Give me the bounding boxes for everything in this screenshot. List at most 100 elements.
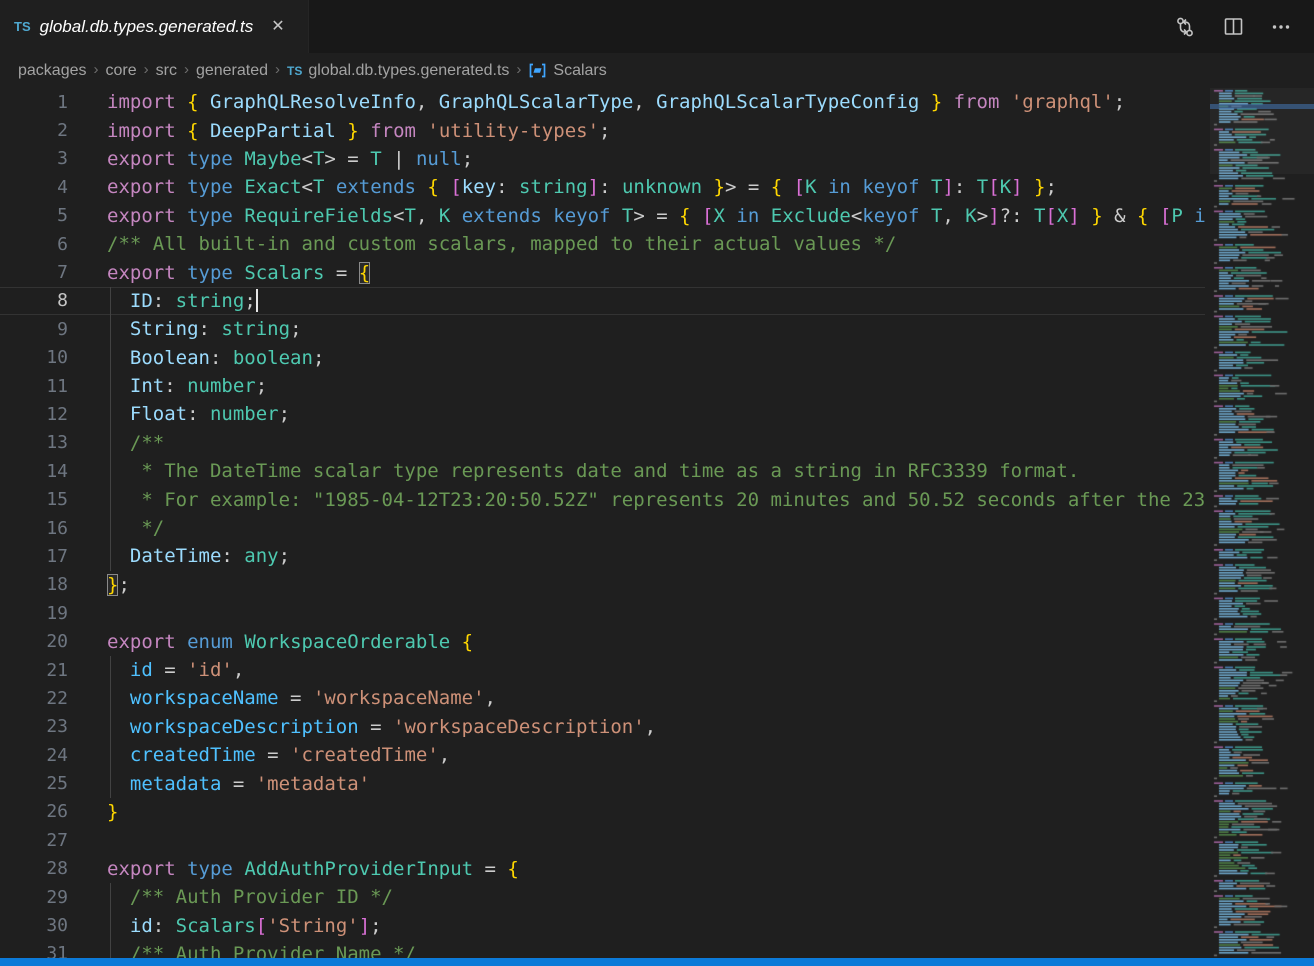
code-line[interactable]: 7export type Scalars = { bbox=[0, 258, 1205, 286]
code-line[interactable]: 20export enum WorkspaceOrderable { bbox=[0, 627, 1205, 655]
code-line-text[interactable]: export type Scalars = { bbox=[68, 258, 1205, 286]
code-line-text[interactable]: export type Exact<T extends { [key: stri… bbox=[68, 173, 1205, 201]
line-number[interactable]: 31 bbox=[0, 943, 68, 958]
code-line[interactable]: 18}; bbox=[0, 571, 1205, 599]
line-number[interactable]: 25 bbox=[0, 773, 68, 794]
line-number[interactable]: 27 bbox=[0, 830, 68, 851]
code-line-text[interactable]: createdTime = 'createdTime', bbox=[68, 741, 1205, 769]
code-line[interactable]: 15 * For example: "1985-04-12T23:20:50.5… bbox=[0, 485, 1205, 513]
code-line-text[interactable]: Int: number; bbox=[68, 372, 1205, 400]
code-line[interactable]: 11 Int: number; bbox=[0, 372, 1205, 400]
minimap-slider[interactable] bbox=[1210, 88, 1314, 174]
code-line[interactable]: 8 ID: string; bbox=[0, 287, 1205, 315]
line-number[interactable]: 3 bbox=[0, 148, 68, 169]
code-area[interactable]: 1import { GraphQLResolveInfo, GraphQLSca… bbox=[0, 88, 1205, 958]
code-line[interactable]: 26} bbox=[0, 798, 1205, 826]
line-number[interactable]: 20 bbox=[0, 631, 68, 652]
code-line-text[interactable]: id: Scalars['String']; bbox=[68, 911, 1205, 939]
code-line[interactable]: 3export type Maybe<T> = T | null; bbox=[0, 145, 1205, 173]
more-actions-icon[interactable] bbox=[1270, 16, 1292, 38]
code-line-text[interactable]: import { GraphQLResolveInfo, GraphQLScal… bbox=[68, 88, 1205, 116]
code-line[interactable]: 14 * The DateTime scalar type represents… bbox=[0, 457, 1205, 485]
code-line[interactable]: 29 /** Auth Provider ID */ bbox=[0, 883, 1205, 911]
code-line-text[interactable] bbox=[68, 599, 1205, 627]
split-editor-icon[interactable] bbox=[1222, 16, 1244, 38]
code-line[interactable]: 23 workspaceDescription = 'workspaceDesc… bbox=[0, 713, 1205, 741]
breadcrumb-packages[interactable]: packages bbox=[18, 62, 87, 80]
open-changes-icon[interactable] bbox=[1174, 16, 1196, 38]
code-line-text[interactable]: export type Maybe<T> = T | null; bbox=[68, 145, 1205, 173]
breadcrumb-generated[interactable]: generated bbox=[196, 62, 268, 80]
code-line-text[interactable] bbox=[68, 826, 1205, 854]
line-number[interactable]: 26 bbox=[0, 801, 68, 822]
code-line[interactable]: 9 String: string; bbox=[0, 315, 1205, 343]
code-line-text[interactable]: id = 'id', bbox=[68, 656, 1205, 684]
code-line[interactable]: 17 DateTime: any; bbox=[0, 542, 1205, 570]
line-number[interactable]: 7 bbox=[0, 262, 68, 283]
code-line[interactable]: 21 id = 'id', bbox=[0, 656, 1205, 684]
code-line-text[interactable]: import { DeepPartial } from 'utility-typ… bbox=[68, 116, 1205, 144]
code-line[interactable]: 6/** All built-in and custom scalars, ma… bbox=[0, 230, 1205, 258]
status-bar[interactable] bbox=[0, 958, 1314, 966]
line-number[interactable]: 18 bbox=[0, 574, 68, 595]
line-number[interactable]: 28 bbox=[0, 858, 68, 879]
line-number[interactable]: 21 bbox=[0, 660, 68, 681]
code-line-text[interactable]: Float: number; bbox=[68, 400, 1205, 428]
line-number[interactable]: 14 bbox=[0, 461, 68, 482]
breadcrumb-src[interactable]: src bbox=[156, 62, 177, 80]
line-number[interactable]: 19 bbox=[0, 603, 68, 624]
code-line-text[interactable]: workspaceName = 'workspaceName', bbox=[68, 684, 1205, 712]
code-line-text[interactable]: /** Auth Provider Name */ bbox=[68, 940, 1205, 958]
code-line-text[interactable]: DateTime: any; bbox=[68, 542, 1205, 570]
minimap[interactable] bbox=[1210, 88, 1314, 958]
code-line[interactable]: 31 /** Auth Provider Name */ bbox=[0, 940, 1205, 958]
line-number[interactable]: 17 bbox=[0, 546, 68, 567]
code-line[interactable]: 4export type Exact<T extends { [key: str… bbox=[0, 173, 1205, 201]
line-number[interactable]: 1 bbox=[0, 92, 68, 113]
breadcrumb-core[interactable]: core bbox=[106, 62, 137, 80]
line-number[interactable]: 8 bbox=[0, 290, 68, 311]
code-line[interactable]: 30 id: Scalars['String']; bbox=[0, 911, 1205, 939]
code-line[interactable]: 22 workspaceName = 'workspaceName', bbox=[0, 684, 1205, 712]
code-line-text[interactable]: /** Auth Provider ID */ bbox=[68, 883, 1205, 911]
tab-global-db-types[interactable]: TS global.db.types.generated.ts ✕ bbox=[0, 0, 309, 53]
line-number[interactable]: 9 bbox=[0, 319, 68, 340]
code-line[interactable]: 24 createdTime = 'createdTime', bbox=[0, 741, 1205, 769]
line-number[interactable]: 6 bbox=[0, 234, 68, 255]
line-number[interactable]: 2 bbox=[0, 120, 68, 141]
code-line[interactable]: 27 bbox=[0, 826, 1205, 854]
code-line[interactable]: 1import { GraphQLResolveInfo, GraphQLSca… bbox=[0, 88, 1205, 116]
line-number[interactable]: 5 bbox=[0, 205, 68, 226]
code-line-text[interactable]: String: string; bbox=[68, 315, 1205, 343]
line-number[interactable]: 10 bbox=[0, 347, 68, 368]
code-line-text[interactable]: metadata = 'metadata' bbox=[68, 769, 1205, 797]
breadcrumb-file[interactable]: TS global.db.types.generated.ts bbox=[287, 62, 509, 80]
code-line-text[interactable]: }; bbox=[68, 571, 1205, 599]
line-number[interactable]: 12 bbox=[0, 404, 68, 425]
code-line[interactable]: 28export type AddAuthProviderInput = { bbox=[0, 855, 1205, 883]
line-number[interactable]: 13 bbox=[0, 432, 68, 453]
code-line-text[interactable]: Boolean: boolean; bbox=[68, 344, 1205, 372]
breadcrumb-symbol[interactable]: Scalars bbox=[528, 62, 606, 80]
line-number[interactable]: 30 bbox=[0, 915, 68, 936]
line-number[interactable]: 24 bbox=[0, 745, 68, 766]
close-tab-icon[interactable]: ✕ bbox=[268, 17, 287, 37]
code-line-text[interactable]: * For example: "1985-04-12T23:20:50.52Z"… bbox=[68, 485, 1205, 513]
code-line[interactable]: 16 */ bbox=[0, 514, 1205, 542]
code-line-text[interactable]: export enum WorkspaceOrderable { bbox=[68, 627, 1205, 655]
code-line[interactable]: 19 bbox=[0, 599, 1205, 627]
code-line[interactable]: 2import { DeepPartial } from 'utility-ty… bbox=[0, 116, 1205, 144]
code-line[interactable]: 12 Float: number; bbox=[0, 400, 1205, 428]
code-line-text[interactable]: /** bbox=[68, 429, 1205, 457]
line-number[interactable]: 11 bbox=[0, 376, 68, 397]
code-line-text[interactable]: workspaceDescription = 'workspaceDescrip… bbox=[68, 713, 1205, 741]
code-line-text[interactable]: * The DateTime scalar type represents da… bbox=[68, 457, 1205, 485]
code-line-text[interactable]: */ bbox=[68, 514, 1205, 542]
line-number[interactable]: 16 bbox=[0, 518, 68, 539]
line-number[interactable]: 15 bbox=[0, 489, 68, 510]
line-number[interactable]: 4 bbox=[0, 177, 68, 198]
code-line[interactable]: 5export type RequireFields<T, K extends … bbox=[0, 202, 1205, 230]
line-number[interactable]: 29 bbox=[0, 887, 68, 908]
line-number[interactable]: 23 bbox=[0, 716, 68, 737]
code-line[interactable]: 25 metadata = 'metadata' bbox=[0, 769, 1205, 797]
